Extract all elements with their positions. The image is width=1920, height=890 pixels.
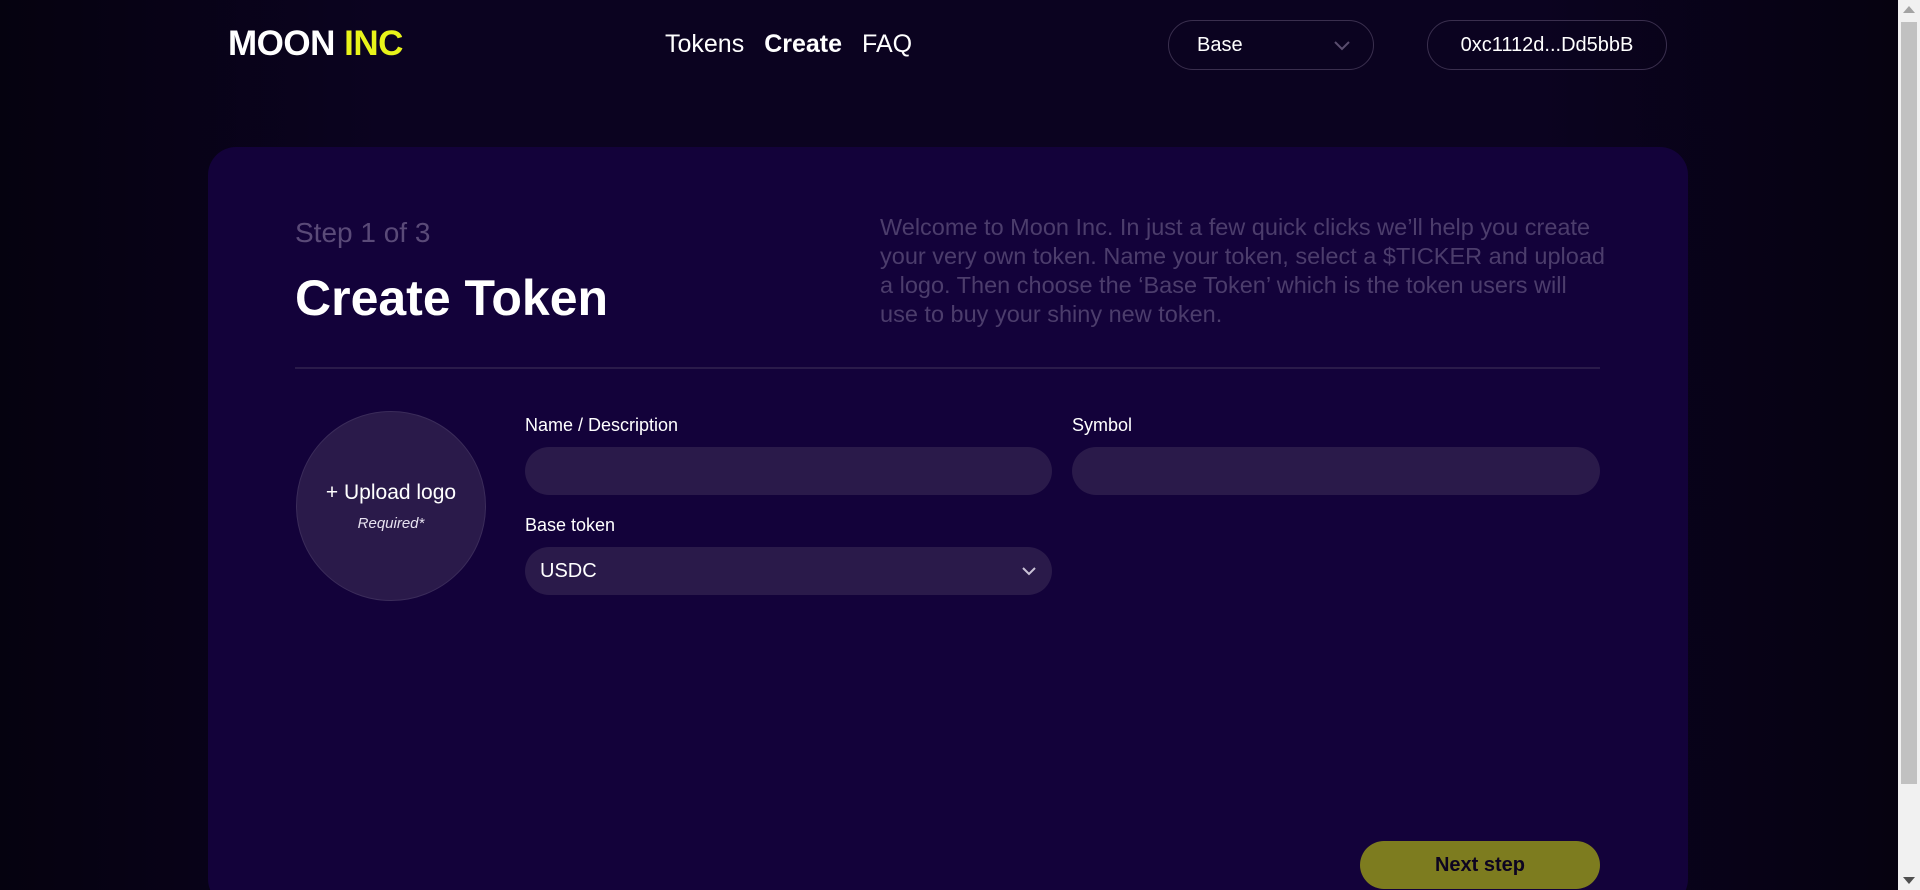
scrollbar[interactable] [1898,0,1920,890]
step-indicator: Step 1 of 3 [295,217,431,248]
wallet-button[interactable]: 0xc1112d...Dd5bbB [1427,20,1667,70]
logo[interactable]: MOON INC [228,24,403,64]
logo-accent: INC [344,24,403,63]
divider [295,367,1600,369]
scrollbar-thumb[interactable] [1901,22,1917,784]
scroll-up-arrow-icon[interactable] [1903,6,1915,13]
base-token-select[interactable]: USDC [525,547,1052,595]
upload-logo-label: + Upload logo [325,480,457,504]
nav-tokens[interactable]: Tokens [665,30,744,59]
base-token-value: USDC [540,559,597,582]
logo-main: MOON [228,24,335,63]
create-token-card: Step 1 of 3 Create Token Welcome to Moon… [208,147,1688,890]
name-input[interactable] [525,447,1052,495]
main-nav: Tokens Create FAQ [665,30,912,59]
network-select[interactable]: Base [1168,20,1374,70]
page: MOON INC Tokens Create FAQ Base 0xc1112d… [0,0,1920,890]
nav-create[interactable]: Create [764,30,842,59]
upload-required-note: Required* [357,514,425,532]
network-value: Base [1197,33,1243,56]
upload-logo-button[interactable]: + Upload logo Required* [296,411,486,601]
symbol-input[interactable] [1072,447,1600,495]
page-title: Create Token [295,270,609,326]
intro-text: Welcome to Moon Inc. In just a few quick… [880,214,1605,327]
nav-faq[interactable]: FAQ [862,30,912,59]
next-step-button[interactable]: Next step [1360,841,1600,889]
symbol-label: Symbol [1072,415,1133,435]
scroll-down-arrow-icon[interactable] [1903,877,1915,884]
base-token-label: Base token [525,515,616,535]
chevron-down-icon [1022,567,1036,576]
name-label: Name / Description [525,415,679,435]
header: MOON INC Tokens Create FAQ Base 0xc1112d… [0,0,1898,90]
chevron-down-icon [1334,41,1350,51]
